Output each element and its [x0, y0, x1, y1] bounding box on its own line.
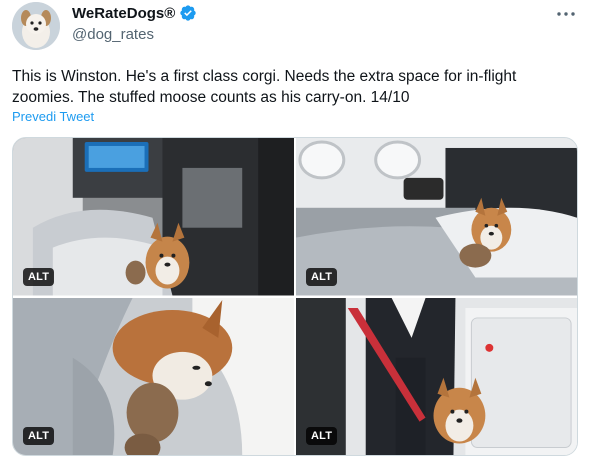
photo-corgi-sleeping-image — [13, 297, 294, 455]
alt-badge[interactable]: ALT — [23, 267, 55, 286]
author-display-name[interactable]: WeRateDogs® — [72, 5, 175, 22]
author-name-row: WeRateDogs® — [72, 4, 197, 22]
media-grid: ALT ALT ALT ALT — [12, 137, 578, 456]
verified-badge-icon — [179, 4, 197, 22]
translate-tweet-link[interactable]: Prevedi Tweet — [12, 109, 94, 124]
alt-badge[interactable]: ALT — [306, 427, 338, 445]
photo-1[interactable]: ALT — [13, 138, 294, 296]
more-options-icon[interactable] — [555, 6, 577, 22]
photo-2[interactable]: ALT — [296, 138, 577, 296]
alt-badge[interactable]: ALT — [23, 427, 55, 445]
tweet-text: This is Winston. He's a first class corg… — [12, 68, 517, 106]
dog-avatar-image — [12, 2, 60, 50]
photo-corgi-seat-image — [13, 138, 294, 296]
tweet-card: WeRateDogs® @dog_rates This is Winston. … — [0, 0, 591, 474]
photo-corgi-attendant-image — [296, 297, 577, 455]
avatar[interactable] — [12, 2, 60, 50]
photo-4[interactable]: ALT — [296, 297, 577, 455]
photo-3[interactable]: ALT — [13, 297, 294, 455]
photo-corgi-bed-image — [296, 138, 577, 296]
alt-badge[interactable]: ALT — [306, 267, 338, 286]
author-handle[interactable]: @dog_rates — [72, 26, 154, 43]
